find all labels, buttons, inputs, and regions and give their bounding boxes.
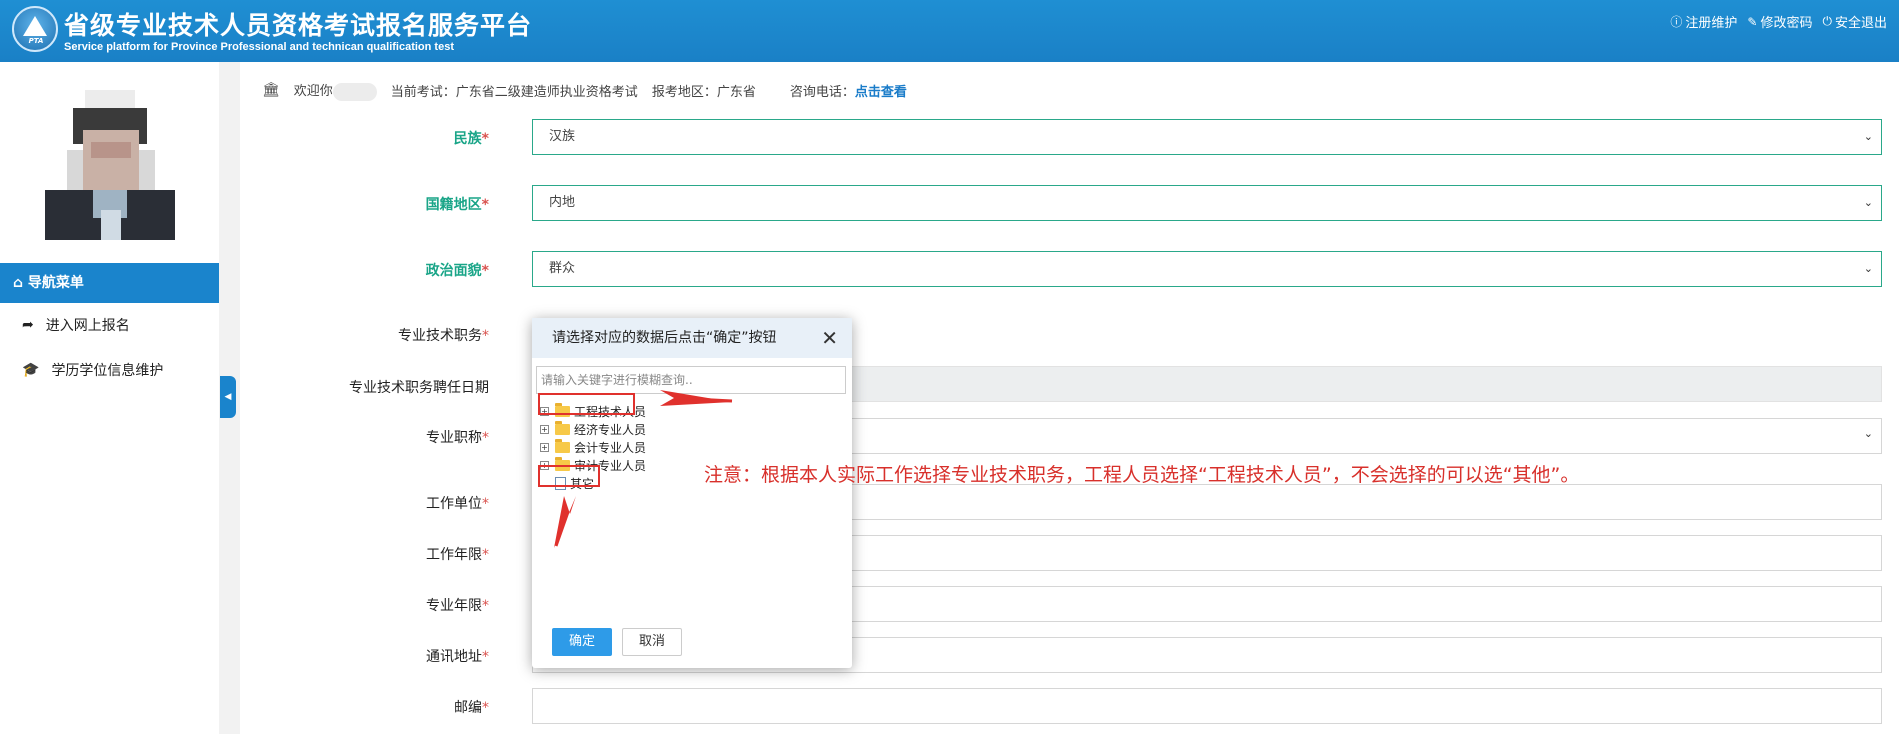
postcode-input[interactable] bbox=[532, 688, 1882, 724]
edit-icon: ✎ bbox=[1747, 14, 1758, 29]
work-years-label: 工作年限* bbox=[426, 547, 489, 563]
highlight-box bbox=[538, 465, 600, 487]
dialog-search-input[interactable]: 请输入关键字进行模糊查询.. bbox=[536, 366, 846, 394]
professional-title-label: 专业技术职务* bbox=[398, 328, 489, 344]
avatar bbox=[45, 90, 175, 240]
select-dialog: 请选择对应的数据后点击“确定”按钮 ✕ 请输入关键字进行模糊查询.. + 工程技… bbox=[532, 318, 852, 668]
platform-subtitle: Service platform for Province Profession… bbox=[64, 41, 454, 53]
current-exam: 当前考试：广东省二级建造师执业资格考试 bbox=[390, 84, 638, 100]
sidebar-collapse-toggle[interactable]: ◀ bbox=[220, 376, 236, 418]
info-icon: ⓘ bbox=[1670, 15, 1683, 29]
top-header: PTA 省级专业技术人员资格考试报名服务平台 Service platform … bbox=[0, 0, 1899, 62]
main-content: 🏛 欢迎你 当前考试：广东省二级建造师执业资格考试 报考地区：广东省 咨询电话：… bbox=[240, 62, 1899, 734]
register-maintain-link[interactable]: ⓘ 注册维护 bbox=[1670, 12, 1737, 31]
tree-node-economics[interactable]: + 经济专业人员 bbox=[540, 420, 646, 438]
change-password-link[interactable]: ✎ 修改密码 bbox=[1747, 12, 1812, 32]
chevron-down-icon: ⌄ bbox=[1863, 262, 1873, 275]
welcome-text: 欢迎你 bbox=[294, 80, 377, 101]
sidebar-item-education-info[interactable]: 🎓 学历学位信息维护 bbox=[22, 358, 163, 382]
logout-link[interactable]: ⏻ 安全退出 bbox=[1822, 12, 1887, 31]
exam-region: 报考地区：广东省 bbox=[651, 84, 756, 100]
political-status-label: 政治面貌* bbox=[425, 263, 489, 279]
confirm-button[interactable]: 确定 bbox=[552, 628, 612, 656]
graduation-cap-icon: 🎓 bbox=[22, 362, 40, 378]
highlight-box bbox=[538, 393, 635, 415]
share-arrow-icon: ➦ bbox=[22, 317, 34, 333]
chevron-down-icon: ⌄ bbox=[1863, 427, 1873, 440]
dialog-header: 请选择对应的数据后点击“确定”按钮 ✕ bbox=[532, 318, 852, 358]
professional-years-label: 专业年限* bbox=[426, 598, 489, 614]
info-bar: 🏛 欢迎你 当前考试：广东省二级建造师执业资格考试 报考地区：广东省 咨询电话：… bbox=[262, 80, 907, 101]
blurred-username bbox=[332, 82, 377, 101]
platform-title: 省级专业技术人员资格考试报名服务平台 bbox=[64, 11, 533, 40]
power-icon: ⏻ bbox=[1822, 14, 1832, 28]
expand-icon[interactable]: + bbox=[540, 442, 549, 452]
bank-icon: 🏛 bbox=[262, 82, 280, 99]
chevron-down-icon: ⌄ bbox=[1863, 130, 1873, 143]
pta-logo-icon: PTA bbox=[12, 6, 58, 52]
folder-icon bbox=[555, 420, 570, 435]
nav-menu-header[interactable]: ⌂ 导航菜单 bbox=[0, 263, 219, 303]
nationality-select[interactable]: 内地 ⌄ bbox=[532, 185, 1882, 221]
view-phone-link[interactable]: 点击查看 bbox=[855, 85, 907, 100]
close-icon[interactable]: ✕ bbox=[821, 318, 838, 358]
sidebar: ⌂ 导航菜单 ➦ 进入网上报名 🎓 学历学位信息维护 bbox=[0, 62, 219, 734]
tree-node-accounting[interactable]: + 会计专业人员 bbox=[540, 438, 646, 456]
nationality-label: 国籍地区* bbox=[425, 197, 489, 213]
home-icon: ⌂ bbox=[13, 275, 24, 291]
expand-icon[interactable]: + bbox=[540, 424, 549, 434]
postcode-label: 邮编* bbox=[454, 700, 489, 716]
phone-label: 咨询电话：点击查看 bbox=[789, 84, 907, 100]
header-links: ⓘ 注册维护 ✎ 修改密码 ⏻ 安全退出 bbox=[1670, 12, 1887, 31]
political-status-select[interactable]: 群众 ⌄ bbox=[532, 251, 1882, 287]
chevron-down-icon: ⌄ bbox=[1863, 196, 1873, 209]
dialog-title: 请选择对应的数据后点击“确定”按钮 bbox=[552, 330, 777, 346]
sidebar-item-online-registration[interactable]: ➦ 进入网上报名 bbox=[22, 313, 130, 337]
folder-icon bbox=[555, 438, 570, 453]
address-label: 通讯地址* bbox=[426, 649, 489, 665]
ethnicity-select[interactable]: 汉族 ⌄ bbox=[532, 119, 1882, 155]
annotation-note: 注意：根据本人实际工作选择专业技术职务，工程人员选择“工程技术人员”，不会选择的… bbox=[704, 464, 1580, 486]
cancel-button[interactable]: 取消 bbox=[622, 628, 682, 656]
work-unit-label: 工作单位* bbox=[426, 496, 489, 512]
professional-rank-label: 专业职称* bbox=[426, 430, 489, 446]
appointment-date-label: 专业技术职务聘任日期 bbox=[349, 380, 489, 396]
ethnicity-label: 民族* bbox=[453, 131, 489, 147]
